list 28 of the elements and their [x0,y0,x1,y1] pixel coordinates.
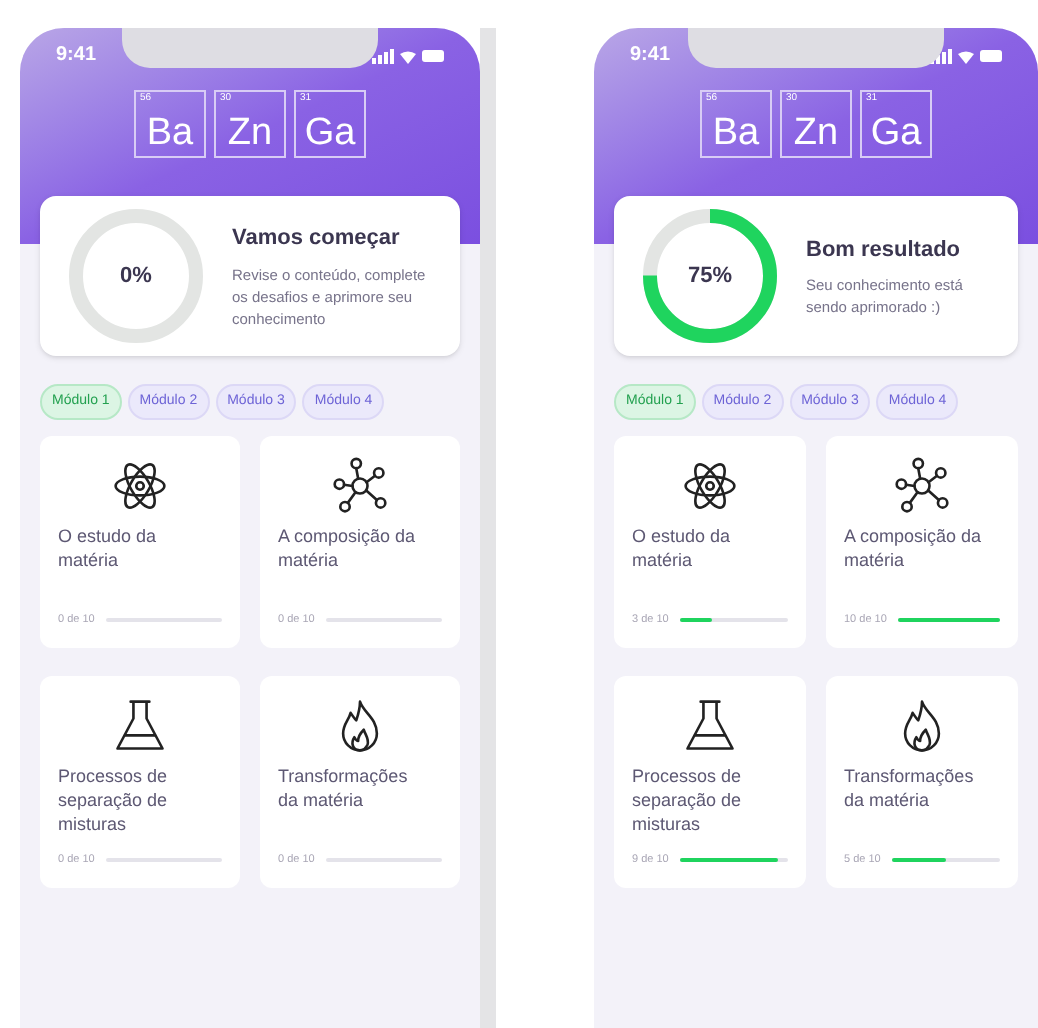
progress-percent: 75% [687,261,733,292]
progress-ring [638,204,782,348]
element-symbol: Ga [870,114,922,152]
molecule-icon [892,456,952,516]
element-symbol: Ba [146,114,194,152]
flask-icon [110,696,170,756]
progress-percent: 0% [120,261,152,292]
element-symbol: Zn [793,114,839,152]
topic-title: Processos de separação de misturas [632,764,744,836]
topic-title: A composição da matéria [278,524,418,572]
molecule-icon [330,456,390,516]
topic-title: Transformações da matéria [278,764,410,812]
status-time: 9:41 [56,42,97,70]
progress-ring [64,204,208,348]
summary-title: Vamos começar [232,224,402,255]
topic-title: O estudo da matéria [58,524,159,572]
status-icons [372,47,444,63]
element-symbol: Ba [712,114,760,152]
status-icons [930,47,1002,63]
status-time: 9:41 [630,42,671,70]
topic-title: O estudo da matéria [632,524,733,572]
topic-title: A composição da matéria [844,524,984,572]
summary-title: Bom resultado [806,235,963,266]
topic-title: Processos de separação de misturas [58,764,170,836]
flask-icon [680,696,740,756]
topic-title: Transformações da matéria [844,764,976,812]
element-symbol: Zn [227,114,273,152]
element-symbol: Ga [304,114,356,152]
